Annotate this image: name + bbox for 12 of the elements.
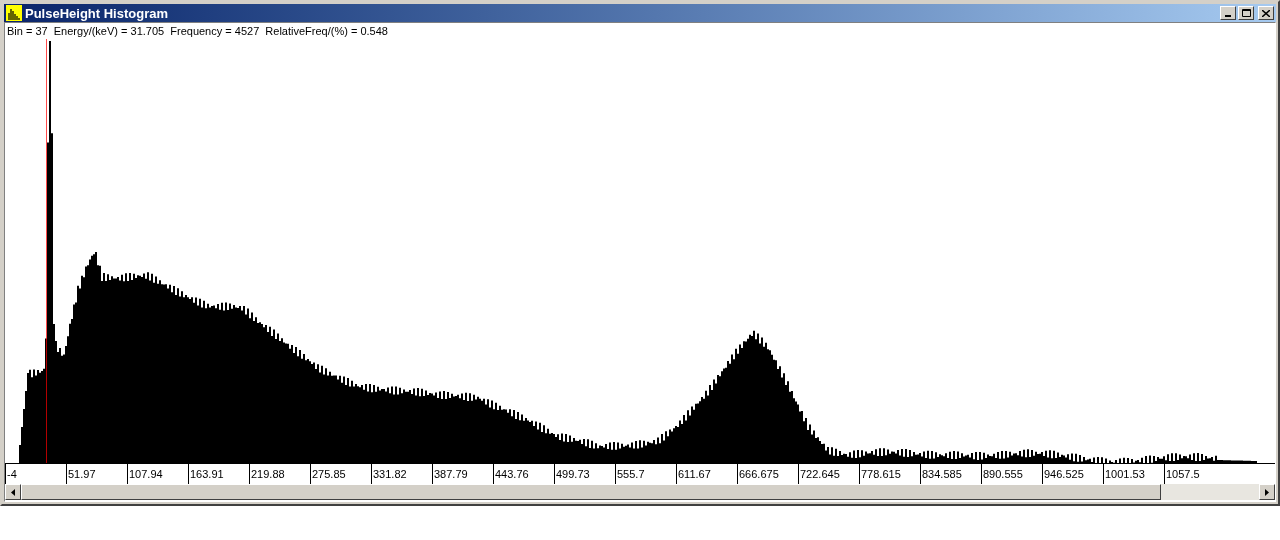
minimize-button[interactable] bbox=[1220, 6, 1236, 20]
close-button[interactable] bbox=[1258, 6, 1274, 20]
window-title: PulseHeight Histogram bbox=[25, 6, 169, 20]
maximize-icon bbox=[1241, 9, 1251, 17]
scroll-right-button[interactable] bbox=[1259, 484, 1275, 500]
right-arrow-icon bbox=[1265, 488, 1269, 496]
status-line: Bin = 37 Energy/(keV) = 31.705 Frequency = 4527 RelativeFreq/(%) = 0.548 bbox=[6, 24, 389, 39]
histogram-app-icon bbox=[6, 5, 22, 21]
maximize-button[interactable] bbox=[1238, 6, 1254, 20]
scroll-left-button[interactable] bbox=[5, 484, 21, 500]
left-arrow-icon bbox=[11, 488, 15, 496]
close-icon bbox=[1262, 9, 1270, 17]
